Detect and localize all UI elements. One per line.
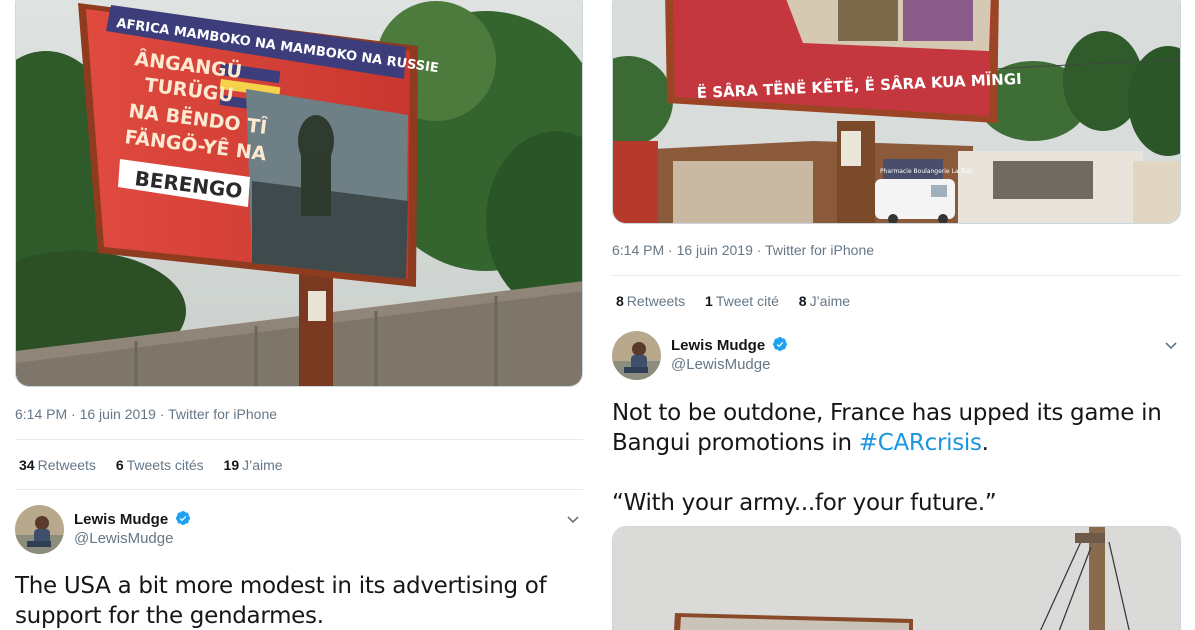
- likes-label: J’aime: [242, 457, 283, 473]
- retweets-stat[interactable]: 8 Retweets: [616, 293, 685, 309]
- tweet-timestamp[interactable]: 6:14 PM · 16 juin 2019: [15, 406, 156, 422]
- meta-separator: ·: [752, 242, 766, 258]
- tweet-source[interactable]: Twitter for iPhone: [765, 242, 874, 258]
- likes-label: J’aime: [809, 293, 851, 309]
- reply-tweet-text: The USA a bit more modest in its adverti…: [15, 573, 547, 629]
- quote-tweets-label: Tweet cité: [715, 293, 779, 309]
- avatar-image: [15, 505, 64, 554]
- divider: [15, 489, 583, 490]
- quote-tweets-label: Tweets cités: [126, 457, 204, 473]
- likes-stat[interactable]: 19 J’aime: [224, 457, 283, 473]
- retweets-count: 8: [616, 293, 624, 309]
- verified-badge-icon: [176, 511, 191, 525]
- tweet-timestamp[interactable]: 6:14 PM · 16 juin 2019: [612, 242, 753, 258]
- retweets-count: 34: [19, 457, 35, 473]
- photo-illustration: AFRICA MAMBOKO NA MAMBOKO NA RUSSIE ÂNGA…: [16, 0, 582, 386]
- tweet-stats: 8 Retweets 1 Tweet cité 8 J’aime: [616, 293, 866, 309]
- reply-author-header: Lewis Mudge @LewisMudge: [612, 331, 1181, 381]
- tweet-timestamp-row: 6:14 PM · 16 juin 2019 · Twitter for iPh…: [612, 242, 874, 258]
- tweet-stats: 34 Retweets 6 Tweets cités 19 J’aime: [19, 457, 299, 473]
- chevron-down-icon[interactable]: [1161, 335, 1181, 355]
- retweets-stat[interactable]: 34 Retweets: [19, 457, 96, 473]
- tweet-photo-france-billboard[interactable]: [612, 526, 1181, 630]
- tweet-source[interactable]: Twitter for iPhone: [168, 406, 277, 422]
- tweet-photo-russia-billboard[interactable]: AFRICA MAMBOKO NA MAMBOKO NA RUSSIE ÂNGA…: [15, 0, 583, 387]
- divider: [612, 275, 1181, 276]
- retweets-label: Retweets: [37, 457, 96, 473]
- chevron-down-icon[interactable]: [563, 509, 583, 529]
- avatar-image: [612, 331, 661, 380]
- author-name-row[interactable]: Lewis Mudge: [671, 336, 788, 354]
- likes-count: 8: [798, 293, 807, 309]
- quote-tweets-count: 6: [115, 457, 124, 473]
- divider: [15, 439, 583, 440]
- photo-illustration: Pharmacie Boulangerie La Trac Ë SÂRA TËN…: [613, 0, 1180, 223]
- tweet-text-end: .: [981, 430, 989, 456]
- meta-separator: ·: [155, 406, 169, 422]
- author-name: Lewis Mudge: [74, 511, 169, 528]
- author-handle[interactable]: @LewisMudge: [671, 356, 770, 373]
- author-name-row[interactable]: Lewis Mudge: [74, 510, 191, 528]
- likes-stat[interactable]: 8 J’aime: [799, 293, 850, 309]
- retweets-label: Retweets: [626, 293, 686, 309]
- tweet-photo-bangui-billboard[interactable]: Pharmacie Boulangerie La Trac Ë SÂRA TËN…: [612, 0, 1181, 224]
- author-handle[interactable]: @LewisMudge: [74, 530, 173, 547]
- reply-tweet-text: Not to be outdone, France has upped its …: [612, 398, 1187, 458]
- tweet-timestamp-row: 6:14 PM · 16 juin 2019 · Twitter for iPh…: [15, 406, 277, 422]
- author-name: Lewis Mudge: [671, 337, 766, 354]
- hashtag-link[interactable]: #CARcrisis: [859, 430, 982, 456]
- quote-tweets-count: 1: [705, 293, 713, 309]
- photo-illustration: [613, 527, 1180, 630]
- reply-author-header: Lewis Mudge @LewisMudge: [15, 505, 583, 555]
- likes-count: 19: [223, 457, 240, 473]
- avatar[interactable]: [15, 505, 64, 554]
- quote-tweets-stat[interactable]: 1 Tweet cité: [705, 293, 779, 309]
- quote-tweets-stat[interactable]: 6 Tweets cités: [116, 457, 204, 473]
- shop-sign: Pharmacie Boulangerie La Trac: [880, 168, 973, 175]
- reply-tweet-quote: “With your army...for your future.”: [612, 490, 997, 516]
- avatar[interactable]: [612, 331, 661, 380]
- verified-badge-icon: [773, 337, 788, 351]
